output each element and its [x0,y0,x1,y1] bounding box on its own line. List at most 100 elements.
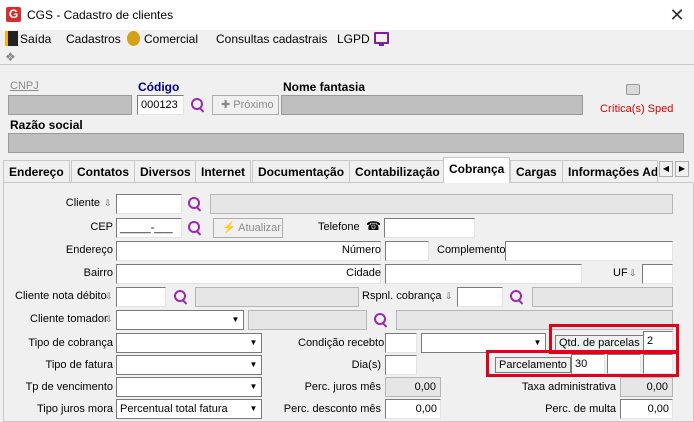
codigo-field[interactable]: 000123 [137,95,184,115]
parcelamento-field-2[interactable] [607,354,641,374]
tab-endereco[interactable]: Endereço [3,160,70,182]
tab-diversos[interactable]: Diversos [134,160,197,182]
tipo-fatura-label: Tipo de fatura [45,359,113,371]
cliente-nota-debito-label: Cliente nota débito [15,290,107,302]
menu-consultas-cadastrais[interactable]: Consultas cadastrais [216,32,327,46]
tab-documentacao[interactable]: Documentação [252,160,351,182]
chevron-down-icon[interactable]: ▼ [246,356,261,374]
perc-juros-mes-label: Perc. juros mês [304,381,381,393]
tab-contatos[interactable]: Contatos [71,160,135,182]
rspnl-search-icon[interactable] [509,289,525,305]
cliente-label: Cliente [65,197,100,209]
chevron-down-icon[interactable]: ▼ [246,378,261,396]
parcelamento-label: Parcelamento [495,357,571,373]
tp-vencimento-select[interactable]: ▼ [116,377,262,397]
cliente-nota-debito-field[interactable] [116,287,166,307]
cep-field[interactable]: _____-___ [116,218,182,238]
uf-field[interactable] [642,264,673,284]
cep-search-icon[interactable] [187,220,203,236]
monitor-icon[interactable] [374,32,389,46]
chevron-down-icon[interactable]: ▼ [246,400,261,418]
tipo-fatura-select[interactable]: ▼ [116,355,262,375]
telephone-icon: ☎ [366,219,381,233]
razao-social-field[interactable] [8,133,684,153]
telefone-label: Telefone [318,221,360,233]
rspnl-cobranca-label: Rspnl. cobrança [362,290,442,302]
cep-label: CEP [90,221,113,233]
tp-vencimento-label: Tp de vencimento [25,381,113,393]
numero-label: Número [341,244,381,256]
tab-internet[interactable]: Internet [195,160,252,182]
cnpj-field[interactable] [8,95,132,115]
tab-scroll-right-icon[interactable]: ▶ [675,161,689,177]
perc-desconto-mes-field[interactable]: 0,00 [385,399,441,419]
exit-door-icon[interactable] [5,31,18,46]
tab-informacoes-adicionais[interactable]: Informações Adi [562,160,658,182]
close-icon[interactable]: ✕ [664,4,690,26]
tab-cobranca[interactable]: Cobrança [443,157,511,183]
tomador-filter-icon: ⇩ [105,314,113,324]
tab-cargas[interactable]: Cargas [510,160,563,182]
codigo-search-icon[interactable] [190,97,206,113]
tomador-search-icon[interactable] [373,312,389,328]
menu-cadastros[interactable]: Cadastros [66,32,121,46]
nota-debito-search-icon[interactable] [173,289,189,305]
settings-gear-icon[interactable]: ❖ [5,51,19,63]
nota-debito-filter-icon: ⇩ [105,291,113,301]
perc-juros-mes-field[interactable]: 0,00 [385,377,441,397]
cliente-nota-debito-name[interactable] [195,287,359,307]
menu-lgpd[interactable]: LGPD [337,32,370,46]
bairro-label: Bairro [83,267,113,279]
taxa-administrativa-field[interactable]: 0,00 [620,377,673,397]
cliente-tomador-name[interactable] [248,310,367,330]
atualizar-button[interactable]: ⚡ Atualizar [213,218,283,238]
perc-desconto-mes-label: Perc. desconto mês [283,403,381,415]
parcelamento-field-1[interactable]: 30 [571,354,605,374]
tipo-juros-mora-value: Percentual total fatura [120,403,228,415]
coins-icon[interactable] [127,31,140,46]
tab-contabilizacao[interactable]: Contabilização [349,160,446,182]
window-title: CGS - Cadastro de clientes [27,8,174,22]
tab-scroll-left-icon[interactable]: ◀ [659,161,673,177]
telefone-field[interactable] [384,218,475,238]
perc-multa-field[interactable]: 0,00 [620,399,673,419]
rspnl-filter-icon: ⇩ [445,291,453,301]
cidade-field[interactable] [385,264,582,284]
cliente-name-field[interactable] [210,194,673,214]
cliente-search-icon[interactable] [187,196,203,212]
critica-sped-link[interactable]: Crítica(s) Sped [600,103,673,115]
parcelamento-field-3[interactable] [643,354,673,374]
rspnl-cobranca-name[interactable] [532,287,673,307]
cnpj-label: CNPJ [10,80,39,92]
dias-label: Dia(s) [351,359,381,371]
tipo-juros-mora-select[interactable]: Percentual total fatura ▼ [116,399,262,419]
qtd-parcelas-label: Qtd. de parcelas [555,335,644,351]
complemento-label: Complemento [437,244,506,256]
app-logo-icon: G [6,7,21,22]
cliente-code-field[interactable] [116,194,182,214]
complemento-field[interactable] [505,241,673,261]
cliente-tomador-label: Cliente tomador [30,313,108,325]
dias-field[interactable] [385,355,417,375]
tipo-cobranca-select[interactable]: ▼ [116,333,262,353]
numero-field[interactable] [385,241,429,261]
uf-label: UF [613,267,628,279]
menu-comercial[interactable]: Comercial [144,32,198,46]
qtd-parcelas-field[interactable]: 2 [643,331,673,351]
condicao-recebto-label: Condição recebto [298,337,385,349]
tipo-juros-mora-label: Tipo juros mora [36,403,113,415]
chevron-down-icon[interactable]: ▼ [246,334,261,352]
cliente-tomador-select[interactable]: ▼ [116,310,244,330]
cidade-label: Cidade [346,267,381,279]
rspnl-cobranca-field[interactable] [457,287,503,307]
nome-fantasia-label: Nome fantasia [283,80,366,94]
perc-multa-label: Perc. de multa [545,403,616,415]
uf-filter-icon: ⇩ [629,268,637,278]
filter-icon: ⇩ [104,198,112,208]
proximo-button[interactable]: ✚ Próximo [212,95,279,115]
menu-saida[interactable]: Saída [20,32,51,46]
nome-fantasia-field[interactable] [281,95,583,115]
chevron-down-icon[interactable]: ▼ [228,311,243,329]
printer-icon[interactable] [626,84,640,95]
condicao-recebto-code[interactable] [385,333,417,353]
